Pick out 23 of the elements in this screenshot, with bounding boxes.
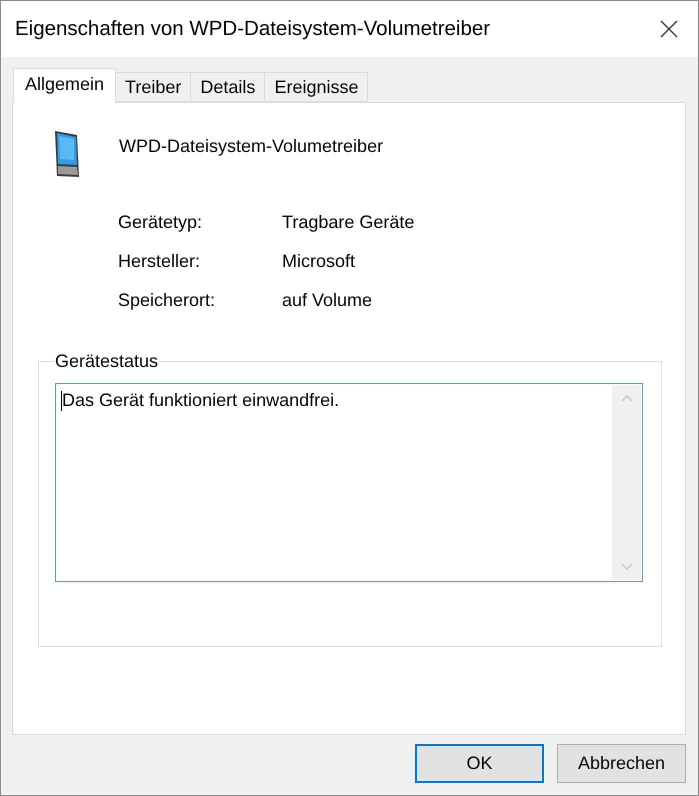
status-text: Das Gerät funktioniert einwandfrei. [62,390,340,411]
group-title: Gerätestatus [54,351,160,372]
ok-button[interactable]: OK [415,744,544,783]
tab[interactable]: Allgemein [13,68,116,103]
status-text-field[interactable]: Das Gerät funktioniert einwandfrei. [55,383,643,582]
tab[interactable]: Ereignisse [264,72,368,102]
property-value: auf Volume [282,290,374,311]
device-name: WPD-Dateisystem-Volumetreiber [119,136,384,157]
portable-device-icon [53,129,81,179]
close-icon [660,20,678,38]
property-label: Gerätetyp: [118,212,204,233]
chevron-down-icon[interactable] [620,563,632,570]
property-label: Speicherort: [118,290,216,311]
property-value: Tragbare Geräte [282,212,416,233]
tab[interactable]: Treiber [115,72,192,102]
text-cursor [61,391,62,411]
property-value: Microsoft [282,251,356,272]
window-title: Eigenschaften von WPD-Dateisystem-Volumetreiber [15,17,490,41]
chevron-up-icon[interactable] [620,395,632,402]
tab[interactable]: Details [190,72,266,102]
cancel-button[interactable]: Abbrechen [557,744,686,783]
close-button[interactable] [659,19,679,39]
property-label: Hersteller: [118,251,202,272]
